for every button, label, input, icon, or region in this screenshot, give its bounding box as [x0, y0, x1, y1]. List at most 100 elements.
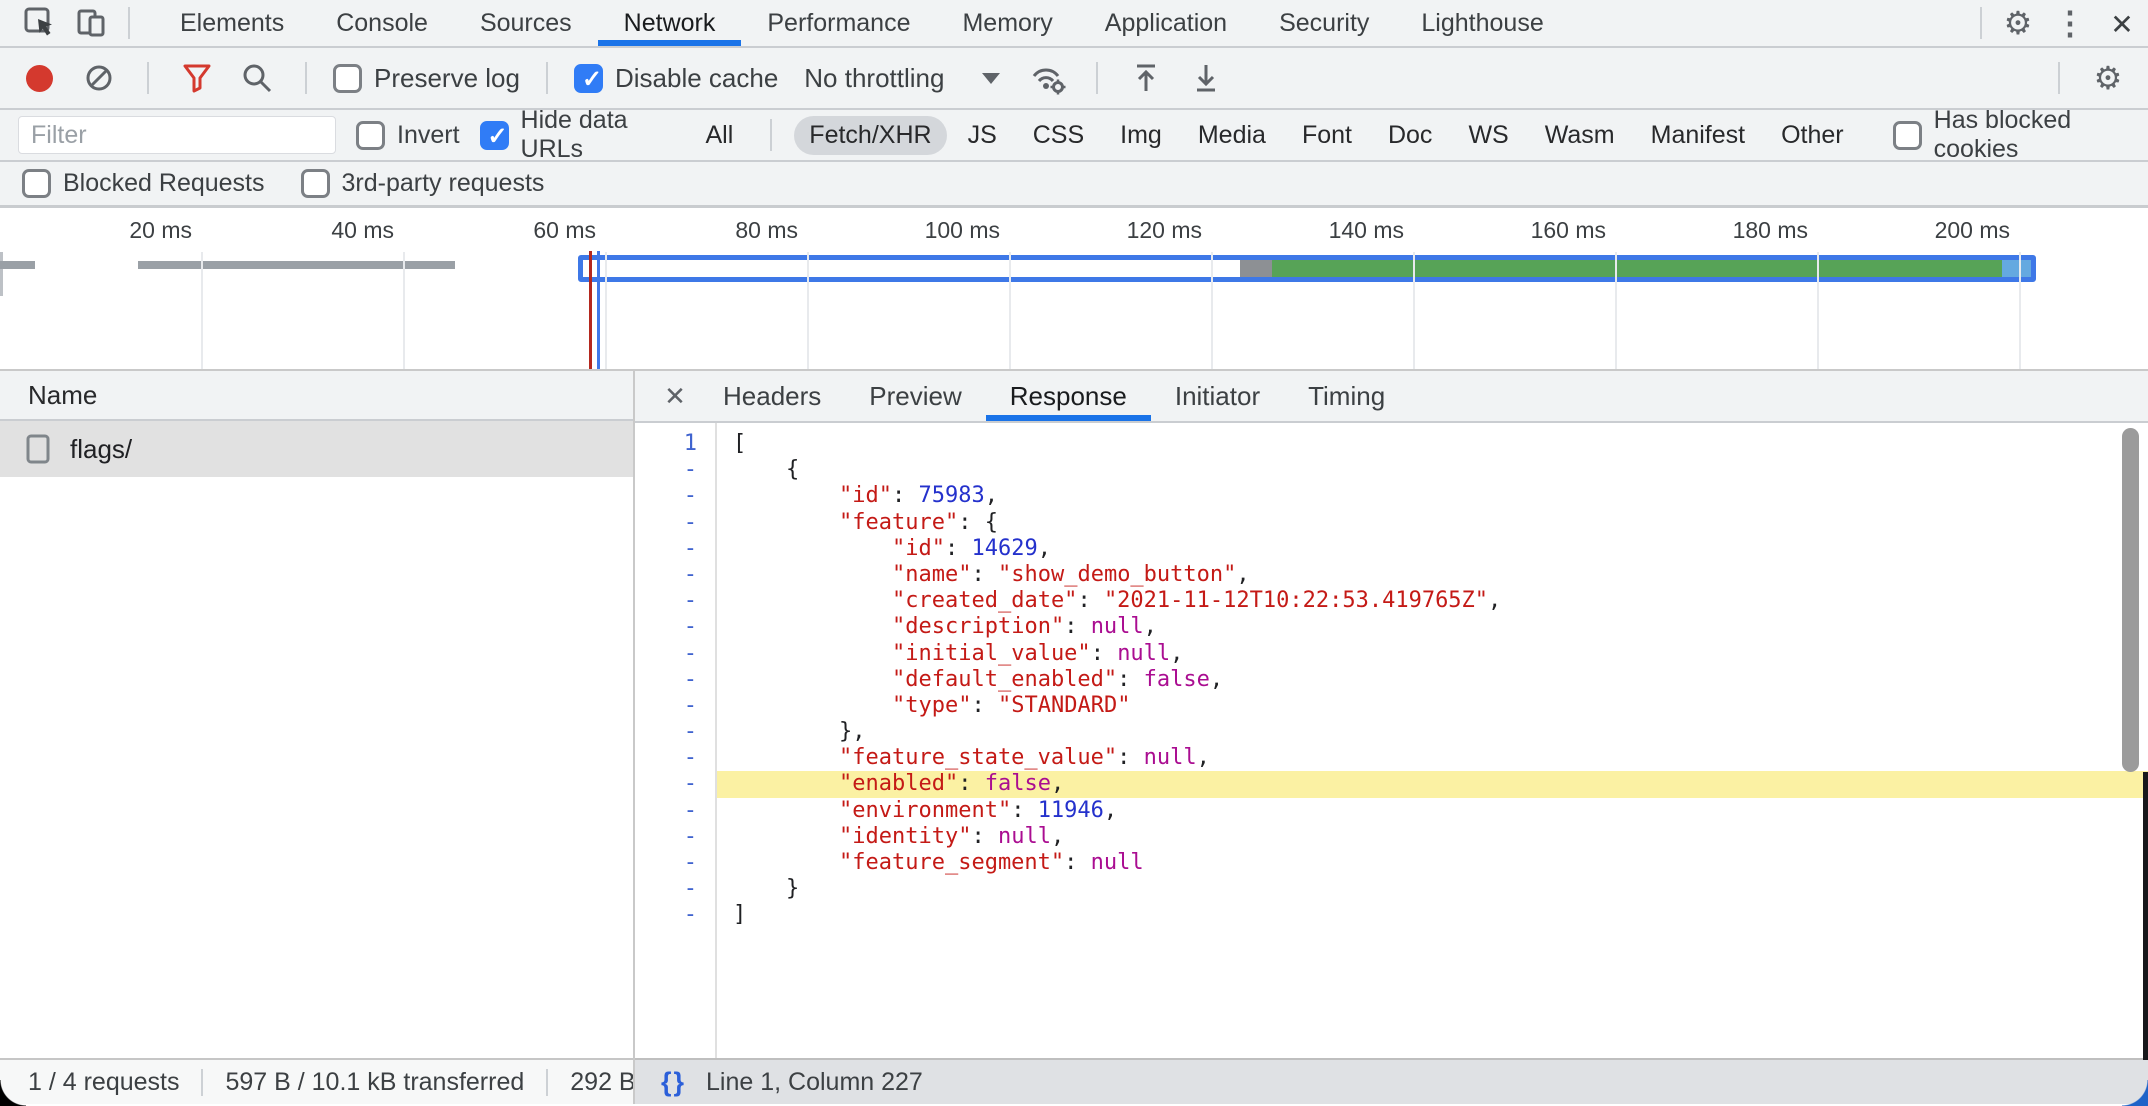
detail-tab-preview[interactable]: Preview	[845, 371, 985, 421]
checkbox-unchecked[interactable]	[22, 169, 51, 198]
tab-elements[interactable]: Elements	[154, 0, 310, 46]
line-content: "type": "STANDARD"	[715, 693, 2148, 719]
fold-marker[interactable]: -	[635, 614, 715, 640]
request-row-flags[interactable]: flags/	[0, 421, 633, 477]
device-toolbar-icon[interactable]	[66, 0, 118, 46]
timeline-tick-label: 80 ms	[735, 217, 798, 244]
checkbox-checked[interactable]	[480, 121, 509, 150]
detail-tab-initiator[interactable]: Initiator	[1151, 371, 1284, 421]
fold-marker[interactable]: -	[635, 667, 715, 693]
token-p: ,	[1170, 641, 1183, 666]
fold-marker[interactable]: -	[635, 536, 715, 562]
domcontentloaded-event-marker	[597, 251, 600, 369]
network-overview-timeline[interactable]: 20 ms40 ms60 ms80 ms100 ms120 ms140 ms16…	[0, 208, 2148, 371]
timeline-tick-label: 140 ms	[1329, 217, 1404, 244]
response-line: -"id": 75983,	[635, 483, 2148, 509]
filter-input[interactable]	[18, 116, 336, 154]
detail-tab-response[interactable]: Response	[986, 371, 1151, 421]
fold-marker[interactable]: -	[635, 771, 715, 797]
filter-type-media[interactable]: Media	[1183, 116, 1281, 155]
fold-marker[interactable]: -	[635, 693, 715, 719]
fold-marker[interactable]: -	[635, 588, 715, 614]
hide-data-urls-checkbox[interactable]: Hide data URLs	[480, 106, 671, 164]
checkbox-unchecked[interactable]	[356, 121, 385, 150]
tab-memory[interactable]: Memory	[936, 0, 1078, 46]
timeline-zero-tick	[0, 252, 3, 296]
filter-type-ws[interactable]: WS	[1453, 116, 1523, 155]
name-column-header[interactable]: Name	[0, 371, 633, 421]
tab-performance[interactable]: Performance	[741, 0, 936, 46]
close-detail-icon[interactable]	[651, 371, 699, 421]
disable-cache-checkbox[interactable]: Disable cache	[574, 63, 778, 94]
preserve-log-label: Preserve log	[374, 63, 520, 94]
clear-network-log-icon[interactable]	[77, 56, 121, 100]
checkbox-checked[interactable]	[574, 64, 603, 93]
tab-lighthouse[interactable]: Lighthouse	[1395, 0, 1569, 46]
more-options-icon[interactable]	[2044, 0, 2096, 46]
tab-sources[interactable]: Sources	[454, 0, 598, 46]
search-icon[interactable]	[235, 56, 279, 100]
vertical-scrollbar[interactable]	[2122, 428, 2139, 772]
checkbox-unchecked[interactable]	[333, 64, 362, 93]
fold-marker[interactable]: -	[635, 562, 715, 588]
fold-marker[interactable]: -	[635, 719, 715, 745]
export-har-icon[interactable]	[1184, 56, 1228, 100]
close-devtools-icon[interactable]	[2096, 0, 2148, 46]
detail-tab-timing[interactable]: Timing	[1284, 371, 1409, 421]
filter-type-font[interactable]: Font	[1287, 116, 1367, 155]
response-line: -"feature": {	[635, 510, 2148, 536]
checkbox-unchecked[interactable]	[1893, 121, 1922, 150]
token-k: "feature"	[839, 510, 958, 535]
record-network-log-button[interactable]	[26, 65, 53, 92]
pretty-print-braces-icon[interactable]: {}	[661, 1067, 686, 1098]
filter-type-fetch-xhr[interactable]: Fetch/XHR	[794, 116, 946, 155]
filter-type-all[interactable]: All	[691, 116, 749, 155]
fold-marker[interactable]: -	[635, 483, 715, 509]
request-name: flags/	[70, 434, 132, 465]
invert-checkbox[interactable]: Invert	[356, 121, 460, 150]
network-settings-gear-icon[interactable]	[2086, 56, 2130, 100]
preserve-log-checkbox[interactable]: Preserve log	[333, 63, 520, 94]
fold-marker[interactable]: -	[635, 457, 715, 483]
fold-marker[interactable]: -	[635, 902, 715, 928]
fold-marker[interactable]: -	[635, 510, 715, 536]
fold-marker[interactable]: -	[635, 641, 715, 667]
token-p: ,	[1197, 745, 1210, 770]
filter-type-manifest[interactable]: Manifest	[1636, 116, 1760, 155]
detail-tab-headers[interactable]: Headers	[699, 371, 845, 421]
token-k: "feature_state_value"	[839, 745, 1117, 770]
settings-gear-icon[interactable]	[1992, 0, 2044, 46]
import-har-icon[interactable]	[1124, 56, 1168, 100]
tab-network[interactable]: Network	[598, 0, 742, 46]
fold-marker[interactable]: -	[635, 798, 715, 824]
line-number[interactable]: 1	[635, 431, 715, 457]
token-p: :	[971, 824, 998, 849]
divider	[147, 62, 149, 94]
blocked-requests-checkbox[interactable]: Blocked Requests	[22, 169, 265, 198]
response-code-viewer[interactable]: 1[-{-"id": 75983,-"feature": {-"id": 146…	[635, 423, 2148, 1058]
third-party-requests-checkbox[interactable]: 3rd-party requests	[301, 169, 545, 198]
inspect-element-icon[interactable]	[14, 0, 66, 46]
has-blocked-cookies-checkbox[interactable]: Has blocked cookies	[1893, 106, 2130, 164]
fold-marker[interactable]: -	[635, 745, 715, 771]
network-conditions-icon[interactable]	[1026, 56, 1070, 100]
timeline-gridline	[1413, 252, 1415, 369]
filter-funnel-icon[interactable]	[175, 56, 219, 100]
filter-type-other[interactable]: Other	[1766, 116, 1859, 155]
throttling-select[interactable]: No throttling	[804, 63, 1000, 94]
filter-type-wasm[interactable]: Wasm	[1530, 116, 1630, 155]
tab-console[interactable]: Console	[310, 0, 454, 46]
timeline-tick-label: 20 ms	[129, 217, 192, 244]
line-content: "enabled": false,	[715, 771, 2148, 797]
fold-marker[interactable]: -	[635, 850, 715, 876]
filter-type-doc[interactable]: Doc	[1373, 116, 1447, 155]
checkbox-unchecked[interactable]	[301, 169, 330, 198]
filter-type-css[interactable]: CSS	[1018, 116, 1099, 155]
tab-security[interactable]: Security	[1253, 0, 1395, 46]
fold-marker[interactable]: -	[635, 876, 715, 902]
fold-marker[interactable]: -	[635, 824, 715, 850]
filter-type-js[interactable]: JS	[953, 116, 1012, 155]
request-detail-panel: HeadersPreviewResponseInitiatorTiming 1[…	[635, 371, 2148, 1104]
tab-application[interactable]: Application	[1079, 0, 1253, 46]
filter-type-img[interactable]: Img	[1105, 116, 1177, 155]
